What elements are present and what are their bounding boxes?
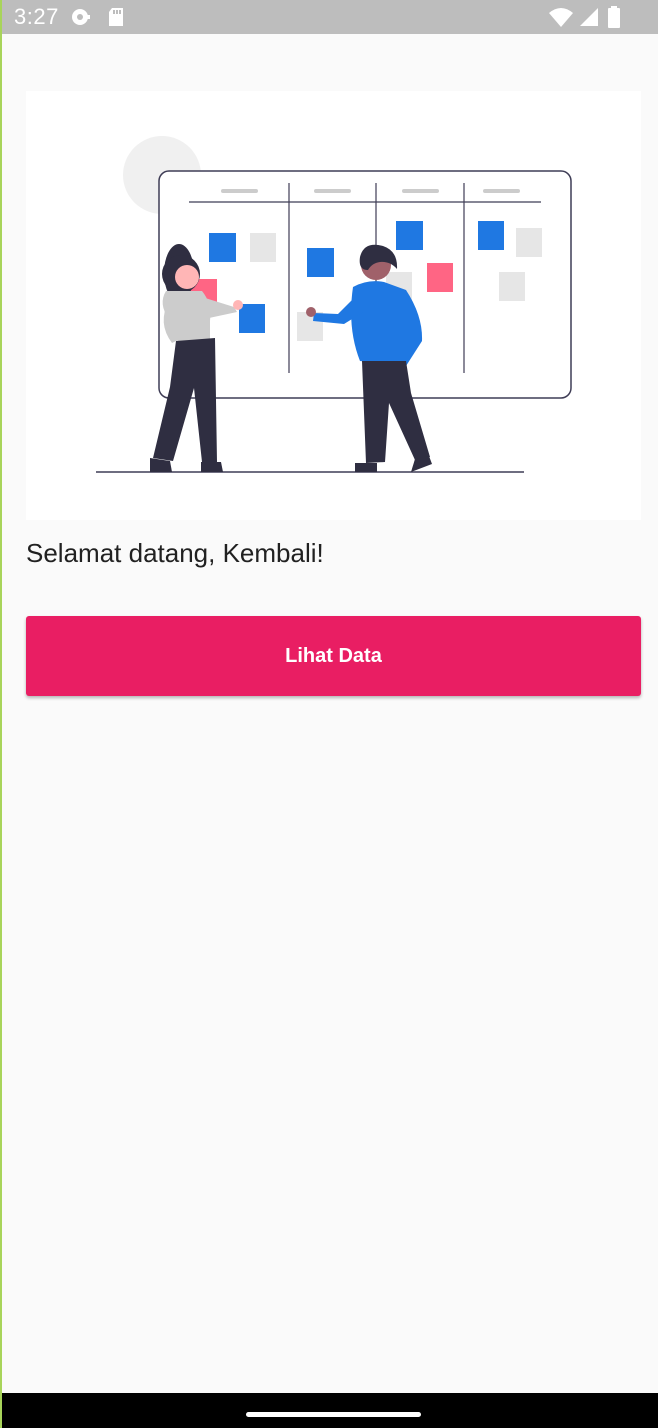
battery-icon [608, 6, 620, 28]
main-content: Selamat datang, Kembali! Lihat Data [26, 91, 641, 696]
signal-icon [580, 8, 598, 26]
welcome-text: Selamat datang, Kembali! [26, 538, 324, 568]
notification-dot-icon [72, 9, 90, 25]
wifi-icon [549, 8, 573, 27]
team-kanban-illustration [26, 91, 641, 520]
status-bar: 3:27 [2, 0, 658, 34]
status-time: 3:27 [14, 4, 59, 29]
navigation-bar [2, 1393, 658, 1428]
app-screen: 3:27 Selamat datang, Kembali! Lihat Data [0, 0, 658, 1428]
home-indicator[interactable] [246, 1412, 421, 1417]
sd-card-icon [109, 8, 123, 26]
view-data-button[interactable]: Lihat Data [26, 616, 641, 696]
